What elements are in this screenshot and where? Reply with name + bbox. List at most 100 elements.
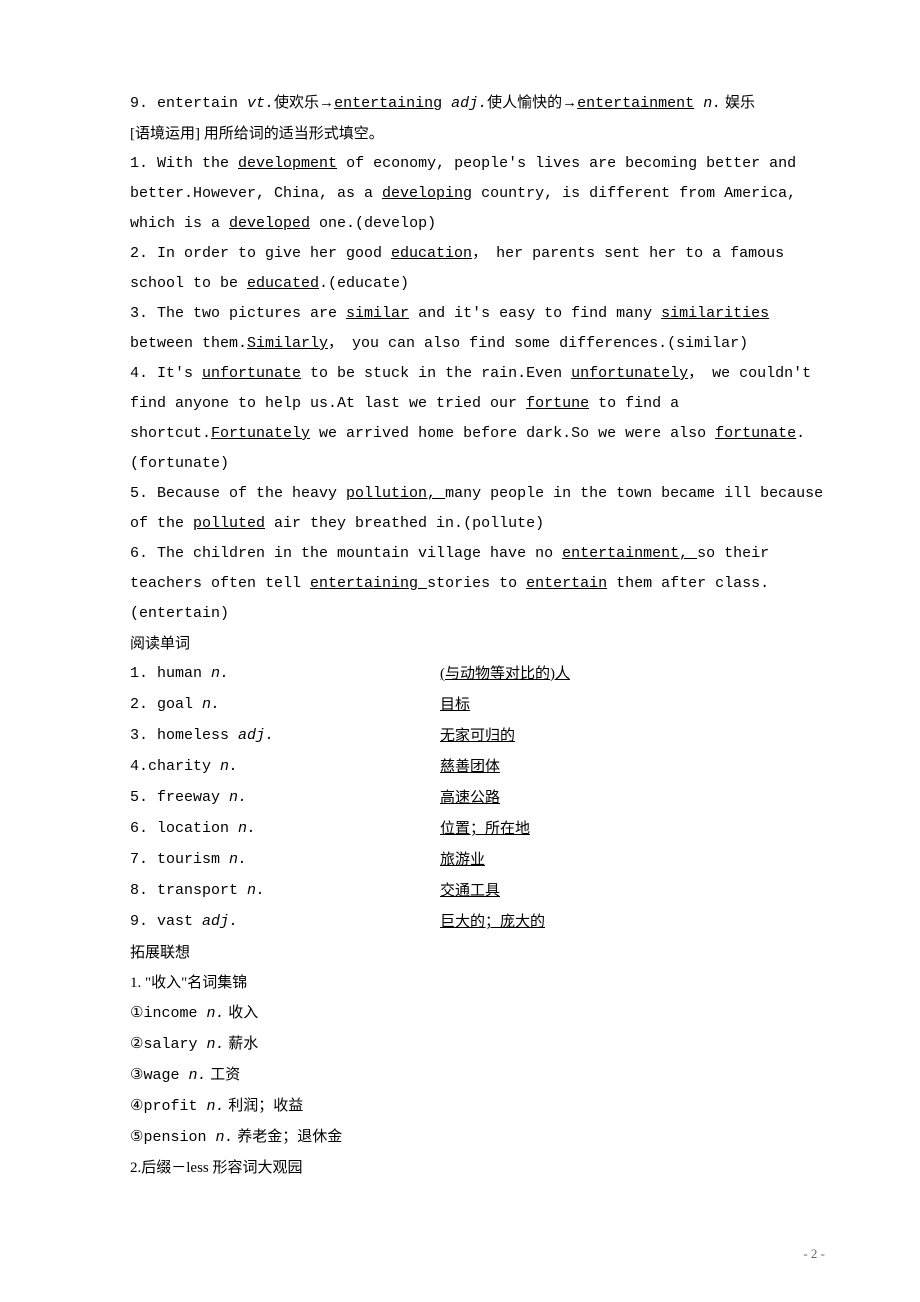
answer: polluted: [193, 515, 265, 532]
vocab-row: 6. location n.位置；所在地: [130, 814, 825, 845]
vocab-term: 3. homeless adj.: [130, 721, 440, 752]
text: air they breathed in.(pollute): [265, 515, 544, 532]
meaning-text: 交通工具: [440, 883, 500, 899]
ext-word: pension: [143, 1129, 215, 1146]
sentence-4: 4. It's unfortunate to be stuck in the r…: [130, 359, 825, 479]
pos-label: adj.: [202, 913, 238, 930]
derived-word: entertaining: [334, 95, 442, 112]
vocab-word: 8. transport: [130, 882, 247, 899]
vocab-meaning: 无家可归的: [440, 721, 825, 752]
ext-meaning: 收入: [224, 1005, 258, 1021]
reading-vocab-header: 阅读单词: [130, 629, 825, 659]
pos-label: n.: [202, 696, 220, 713]
vocab-row: 1. human n.(与动物等对比的)人: [130, 659, 825, 690]
text: stories to: [427, 575, 526, 592]
vocab-meaning: 目标: [440, 690, 825, 721]
vocab-meaning: 交通工具: [440, 876, 825, 907]
circled-number: ②: [130, 1036, 143, 1052]
ext1-list: ①income n. 收入②salary n. 薪水③wage n. 工资④pr…: [130, 998, 825, 1153]
meaning-text: 巨大的；庞大的: [440, 914, 545, 930]
answer: similar: [346, 305, 409, 322]
text: 2. In order to give her good: [130, 245, 391, 262]
vocab-term: 9. vast adj.: [130, 907, 440, 938]
vocab-word: 5. freeway: [130, 789, 229, 806]
ext-word: income: [143, 1005, 206, 1022]
meaning-text: 位置；所在地: [440, 821, 530, 837]
ext1-item: ⑤pension n. 养老金；退休金: [130, 1122, 825, 1153]
vocab-meaning: (与动物等对比的)人: [440, 659, 825, 690]
vocab-term: 1. human n.: [130, 659, 440, 690]
vocab-word: 9. vast: [130, 913, 202, 930]
text: 1. With the: [130, 155, 238, 172]
ext-meaning: 工资: [206, 1067, 240, 1083]
answer: developing: [382, 185, 472, 202]
answer: Fortunately: [211, 425, 310, 442]
vocab-word: 6. location: [130, 820, 238, 837]
ext-meaning: 薪水: [224, 1036, 258, 1052]
derived-word: entertainment: [577, 95, 694, 112]
vocab-meaning: 慈善团体: [440, 752, 825, 783]
text: and it's easy to find many: [409, 305, 661, 322]
sentence-1: 1. With the development of economy, peop…: [130, 149, 825, 239]
cn-text: 娱乐: [721, 95, 755, 111]
word-entry-9: 9. entertain vt.使欢乐→entertaining adj.使人愉…: [130, 88, 825, 119]
pos-label: n.: [229, 789, 247, 806]
ext1-title: 1. "收入"名词集锦: [130, 968, 825, 998]
sentence-3: 3. The two pictures are similar and it's…: [130, 299, 825, 359]
meaning-text: 旅游业: [440, 852, 485, 868]
context-usage-header: [语境运用] 用所给词的适当形式填空。: [130, 119, 825, 149]
text: to be stuck in the rain.Even: [301, 365, 571, 382]
cn-text: 使人愉快的→: [487, 95, 577, 111]
vocab-row: 9. vast adj.巨大的；庞大的: [130, 907, 825, 938]
text: .(educate): [319, 275, 409, 292]
answer: unfortunately: [571, 365, 688, 382]
pos-label: n.: [220, 758, 238, 775]
answer: fortunate: [715, 425, 796, 442]
pos-label: n.: [188, 1067, 206, 1084]
answer: unfortunate: [202, 365, 301, 382]
vocab-term: 8. transport n.: [130, 876, 440, 907]
ext-word: profit: [143, 1098, 206, 1115]
text: between them.: [130, 335, 247, 352]
pos-label: n.: [229, 851, 247, 868]
vocab-row: 7. tourism n. 旅游业: [130, 845, 825, 876]
ext1-item: ②salary n. 薪水: [130, 1029, 825, 1060]
answer: similarities: [661, 305, 769, 322]
cn-text: 使欢乐→: [274, 95, 334, 111]
vocab-word: 7. tourism: [130, 851, 229, 868]
text: we arrived home before dark.So we were a…: [310, 425, 715, 442]
answer: educated: [247, 275, 319, 292]
vocab-term: 5. freeway n.: [130, 783, 440, 814]
text: 4. It's: [130, 365, 202, 382]
pos-label: n.: [247, 882, 265, 899]
sentence-2: 2. In order to give her good education， …: [130, 239, 825, 299]
meaning-text: (与动物等对比的)人: [440, 666, 570, 682]
answer: pollution,: [346, 485, 445, 502]
pos-label: n.: [206, 1005, 224, 1022]
ext-meaning: 利润；收益: [224, 1098, 303, 1114]
vocab-row: 2. goal n.目标: [130, 690, 825, 721]
page-number: - 2 -: [803, 1241, 825, 1267]
sentence-6: 6. The children in the mountain village …: [130, 539, 825, 629]
vocab-word: 3. homeless: [130, 727, 238, 744]
vocab-word: 1. human: [130, 665, 211, 682]
sentence-5: 5. Because of the heavy pollution, many …: [130, 479, 825, 539]
pos-label: n.: [211, 665, 229, 682]
text: 6. The children in the mountain village …: [130, 545, 562, 562]
answer: entertaining: [310, 575, 427, 592]
vocab-meaning: 旅游业: [440, 845, 825, 876]
vocab-row: 3. homeless adj.无家可归的: [130, 721, 825, 752]
circled-number: ④: [130, 1098, 143, 1114]
ext-word: wage: [143, 1067, 188, 1084]
pos-label: adj.: [451, 95, 487, 112]
circled-number: ③: [130, 1067, 143, 1083]
answer: development: [238, 155, 337, 172]
vocab-term: 2. goal n.: [130, 690, 440, 721]
text: 5. Because of the heavy: [130, 485, 346, 502]
pos-label: n.: [206, 1036, 224, 1053]
answer: Similarly: [247, 335, 328, 352]
answer: entertain: [526, 575, 607, 592]
answer: education: [391, 245, 472, 262]
pos-label: vt.: [247, 95, 274, 112]
answer: developed: [229, 215, 310, 232]
